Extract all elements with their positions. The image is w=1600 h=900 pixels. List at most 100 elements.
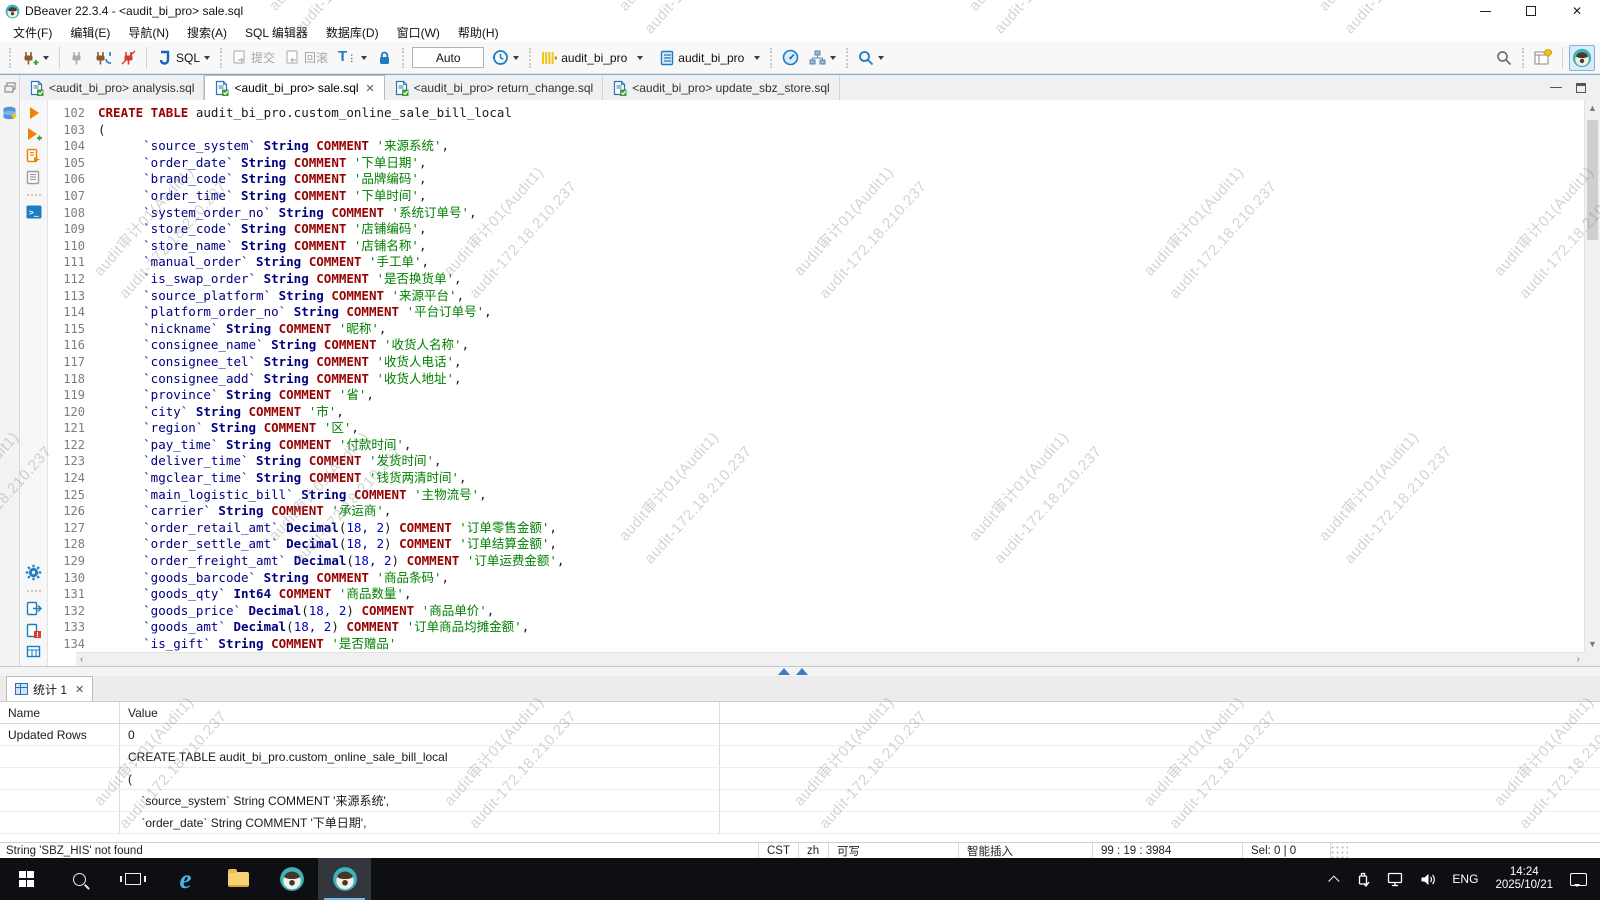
editor-tab[interactable]: <audit_bi_pro> return_change.sql — [385, 75, 603, 100]
network-tray-button[interactable] — [1379, 858, 1411, 900]
menu-item[interactable]: 编辑(E) — [61, 22, 119, 43]
result-name-cell[interactable] — [0, 746, 120, 767]
rollback-button[interactable]: 回滚 — [281, 46, 332, 69]
menu-item[interactable]: 窗口(W) — [388, 22, 449, 43]
volume-tray-button[interactable] — [1413, 858, 1443, 900]
menu-item[interactable]: 导航(N) — [119, 22, 178, 43]
result-value-cell[interactable]: `order_date` String COMMENT '下单日期', — [120, 812, 720, 833]
scroll-down-icon[interactable]: ▼ — [1585, 637, 1600, 651]
output-grid-button[interactable] — [26, 645, 41, 658]
execute-script-button[interactable] — [26, 148, 41, 163]
editor-horizontal-scrollbar[interactable]: ‹ › — [76, 652, 1584, 666]
search-blue-icon — [858, 50, 874, 66]
close-button[interactable]: ✕ — [1554, 0, 1600, 22]
tray-expand-button[interactable] — [1325, 858, 1347, 900]
sash-up-icon[interactable] — [778, 668, 790, 675]
quick-search-button[interactable] — [1492, 47, 1516, 69]
task-view-button[interactable] — [106, 858, 159, 900]
taskbar-clock[interactable]: 14:24 2025/10/21 — [1487, 866, 1561, 892]
taskbar-search-button[interactable] — [53, 858, 106, 900]
dbeaver-taskbar-button[interactable] — [265, 858, 318, 900]
code-editor[interactable]: 102CREATE TABLE audit_bi_pro.custom_onli… — [48, 100, 1584, 652]
dbeaver-perspective-button[interactable] — [1569, 45, 1595, 71]
search-icon — [73, 873, 86, 886]
result-value-cell[interactable]: ( — [120, 768, 720, 789]
result-name-cell[interactable] — [0, 790, 120, 811]
export-result-button[interactable] — [26, 601, 42, 616]
result-name-cell[interactable]: Updated Rows — [0, 724, 120, 745]
scroll-up-icon[interactable]: ▲ — [1585, 101, 1600, 115]
results-row[interactable]: CREATE TABLE audit_bi_pro.custom_online_… — [0, 746, 1600, 768]
input-language[interactable]: ENG — [1445, 858, 1485, 900]
transaction-mode-button[interactable]: T⋮ — [334, 47, 371, 68]
internet-explorer-button[interactable]: e — [159, 858, 212, 900]
scroll-right-icon[interactable]: › — [1577, 654, 1580, 665]
start-button[interactable] — [0, 858, 53, 900]
editor-tab[interactable]: <audit_bi_pro> update_sbz_store.sql — [603, 75, 839, 100]
dashboard-button[interactable] — [778, 46, 803, 69]
editor-tab[interactable]: <audit_bi_pro> sale.sql✕ — [204, 75, 384, 100]
er-diagram-button[interactable] — [805, 47, 840, 69]
sql-editor-button[interactable]: SQL — [153, 47, 214, 69]
sql-file-icon — [612, 80, 627, 96]
close-stats-tab-icon[interactable]: ✕ — [75, 683, 84, 696]
menu-item[interactable]: 搜索(A) — [178, 22, 236, 43]
execute-new-tab-button[interactable] — [26, 127, 42, 141]
commit-button[interactable]: 提交 — [228, 46, 279, 69]
vertical-scroll-thumb[interactable] — [1587, 120, 1598, 240]
editor-tab[interactable]: <audit_bi_pro> analysis.sql — [20, 75, 204, 100]
editor-vertical-scrollbar[interactable]: ▲ ▼ — [1584, 100, 1600, 652]
restore-panel-button[interactable] — [0, 75, 20, 100]
scroll-left-icon[interactable]: ‹ — [80, 654, 83, 665]
code-line: 109 `store_code` String COMMENT '店铺编码', — [48, 221, 1584, 238]
maximize-button[interactable] — [1508, 0, 1554, 22]
explain-plan-button[interactable] — [26, 170, 41, 185]
editor-settings-button[interactable] — [25, 564, 42, 581]
stats-tab[interactable]: 统计 1 ✕ — [6, 676, 93, 701]
minimize-button[interactable] — [1462, 0, 1508, 22]
search-button[interactable] — [854, 47, 888, 69]
maximize-view-icon[interactable] — [1576, 83, 1586, 93]
new-connection-button[interactable] — [17, 47, 53, 69]
disconnect-red-button[interactable] — [117, 47, 140, 69]
execute-statement-button[interactable] — [27, 106, 41, 120]
results-row[interactable]: Updated Rows0 — [0, 724, 1600, 746]
database-navigator-icon[interactable] — [2, 106, 17, 120]
menu-item[interactable]: 帮助(H) — [449, 22, 508, 43]
dbeaver-taskbar-button-active[interactable] — [318, 858, 371, 900]
history-button[interactable] — [488, 46, 523, 69]
column-header-value[interactable]: Value — [120, 702, 720, 723]
result-name-cell[interactable] — [0, 812, 120, 833]
results-row[interactable]: `order_date` String COMMENT '下单日期', — [0, 812, 1600, 834]
menu-item[interactable]: SQL 编辑器 — [236, 22, 317, 43]
close-tab-icon[interactable]: ✕ — [366, 82, 375, 95]
results-row[interactable]: `source_system` String COMMENT '来源系统', — [0, 790, 1600, 812]
results-row[interactable]: ( — [0, 768, 1600, 790]
folder-icon — [228, 872, 249, 887]
sql-console-button[interactable]: >_ — [26, 205, 42, 219]
result-value-cell[interactable]: CREATE TABLE audit_bi_pro.custom_online_… — [120, 746, 720, 767]
schema-selector[interactable]: audit_bi_pro — [656, 47, 764, 69]
result-value-cell[interactable]: `source_system` String COMMENT '来源系统', — [120, 790, 720, 811]
reconnect-button[interactable] — [90, 47, 115, 69]
results-sash[interactable] — [0, 667, 1600, 676]
open-perspective-button[interactable] — [1530, 46, 1556, 69]
result-value-cell[interactable]: 0 — [120, 724, 720, 745]
file-explorer-button[interactable] — [212, 858, 265, 900]
code-line: 128 `order_settle_amt` Decimal(18, 2) CO… — [48, 536, 1584, 553]
close-icon: ✕ — [1572, 4, 1582, 18]
autocommit-lock-button[interactable] — [373, 47, 396, 69]
minimize-view-icon[interactable] — [1550, 87, 1562, 88]
usb-tray-button[interactable] — [1349, 858, 1377, 900]
txn-mode-select[interactable]: Auto — [412, 47, 484, 68]
error-log-button[interactable]: ! — [26, 623, 41, 638]
column-header-name[interactable]: Name — [0, 702, 120, 723]
connection-selector[interactable]: audit_bi_pro — [537, 47, 647, 69]
menu-item[interactable]: 数据库(D) — [317, 22, 388, 43]
menu-item[interactable]: 文件(F) — [4, 22, 61, 43]
disconnect-gray-button[interactable] — [66, 47, 88, 69]
action-center-button[interactable] — [1563, 858, 1594, 900]
line-number: 122 — [48, 437, 98, 454]
sash-up2-icon[interactable] — [796, 668, 808, 675]
result-name-cell[interactable] — [0, 768, 120, 789]
